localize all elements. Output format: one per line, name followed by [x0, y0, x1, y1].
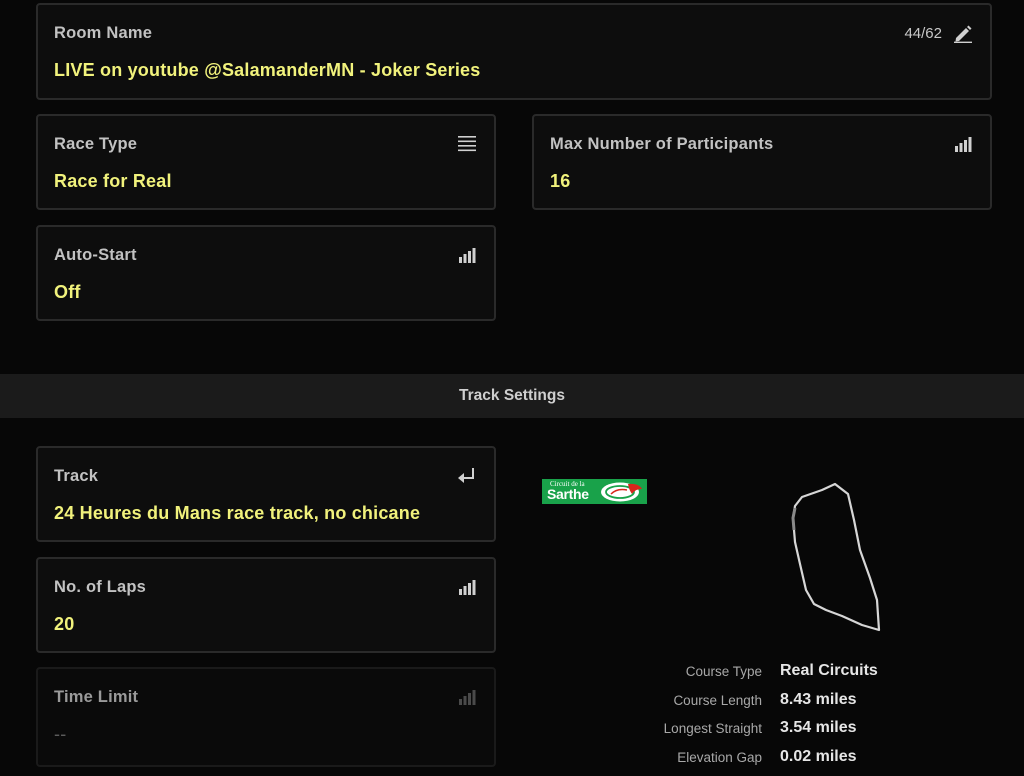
max-participants-card[interactable]: Max Number of Participants 16	[532, 114, 992, 210]
course-length-row: Course Length 8.43 miles	[600, 691, 980, 720]
course-type-key: Course Type	[685, 664, 762, 679]
laps-label: No. of Laps	[54, 578, 147, 596]
signal-bars-icon	[952, 134, 974, 154]
time-limit-label: Time Limit	[54, 688, 139, 706]
race-room-settings: Room Name 44/62 LIVE on youtube @Salaman…	[0, 0, 1024, 776]
elevation-gap-value: 0.02 miles	[780, 747, 857, 765]
time-limit-card: Time Limit --	[36, 667, 496, 767]
list-icon	[456, 134, 478, 154]
signal-bars-icon	[456, 245, 478, 265]
max-participants-value: 16	[550, 171, 571, 191]
logo-emblem-icon	[601, 482, 642, 502]
race-type-card[interactable]: Race Type Race for Real	[36, 114, 496, 210]
circuit-logo: Circuit de la Sarthe	[542, 479, 647, 504]
race-type-value: Race for Real	[54, 171, 172, 191]
auto-start-value: Off	[54, 282, 81, 302]
room-name-value: LIVE on youtube @SalamanderMN - Joker Se…	[54, 60, 481, 80]
laps-card[interactable]: No. of Laps 20	[36, 557, 496, 653]
track-label: Track	[54, 467, 99, 485]
max-participants-label: Max Number of Participants	[550, 135, 774, 153]
longest-straight-key: Longest Straight	[663, 721, 762, 736]
auto-start-card[interactable]: Auto-Start Off	[36, 225, 496, 321]
course-length-value: 8.43 miles	[780, 690, 857, 708]
room-name-card[interactable]: Room Name 44/62 LIVE on youtube @Salaman…	[36, 3, 992, 100]
course-stats: Course Type Real Circuits Course Length …	[600, 662, 980, 776]
track-value: 24 Heures du Mans race track, no chicane	[54, 503, 421, 523]
course-length-key: Course Length	[673, 692, 762, 708]
track-layout-map	[791, 482, 881, 632]
room-name-label: Room Name	[54, 24, 153, 42]
enter-arrow-icon	[456, 466, 478, 486]
course-type-value: Real Circuits	[780, 662, 878, 679]
logo-big-text: Sarthe	[547, 486, 589, 502]
time-limit-value: --	[54, 724, 67, 744]
elevation-gap-key: Elevation Gap	[677, 749, 762, 765]
laps-value: 20	[54, 614, 75, 634]
longest-straight-value: 3.54 miles	[780, 719, 857, 736]
longest-straight-row: Longest Straight 3.54 miles	[600, 719, 980, 748]
signal-bars-icon	[456, 577, 478, 597]
pencil-icon[interactable]	[952, 23, 974, 43]
signal-bars-icon	[456, 687, 478, 707]
auto-start-label: Auto-Start	[54, 246, 137, 264]
track-settings-title: Track Settings	[459, 387, 565, 404]
room-name-char-count: 44/62	[904, 25, 942, 42]
track-settings-header: Track Settings	[0, 374, 1024, 418]
track-card[interactable]: Track 24 Heures du Mans race track, no c…	[36, 446, 496, 542]
race-type-label: Race Type	[54, 135, 138, 153]
elevation-gap-row: Elevation Gap 0.02 miles	[600, 748, 980, 776]
course-type-row: Course Type Real Circuits	[600, 662, 980, 691]
